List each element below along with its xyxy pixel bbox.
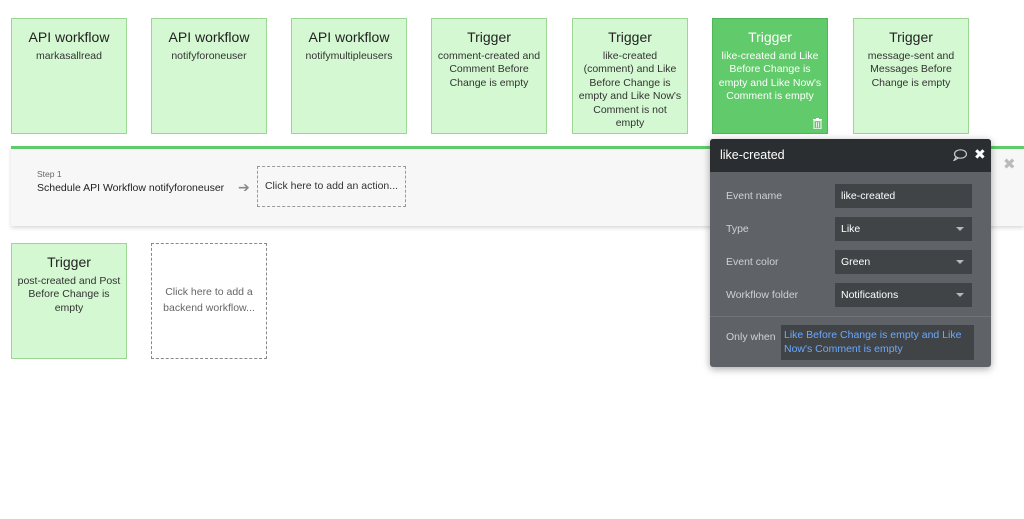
card-title: Trigger <box>47 254 91 270</box>
workflow-card-markasallread[interactable]: API workflow markasallread <box>11 18 127 134</box>
card-subtitle: message-sent and Messages Before Change … <box>867 50 955 89</box>
card-title: Trigger <box>467 29 511 45</box>
card-subtitle: like-created (comment) and Like Before C… <box>578 50 682 130</box>
card-title: Trigger <box>608 29 652 45</box>
card-title: Trigger <box>889 29 933 45</box>
only-when-condition[interactable]: Like Before Change is empty and Like Now… <box>781 325 974 360</box>
comment-icon[interactable] <box>953 149 967 161</box>
event-color-dropdown[interactable]: Green <box>835 250 972 274</box>
card-title: API workflow <box>308 29 390 45</box>
workflow-card-notifymultipleusers[interactable]: API workflow notifymultipleusers <box>291 18 407 134</box>
workflow-canvas: API workflow markasallread API workflow … <box>0 0 1024 519</box>
panel-close-icon[interactable]: ✖ <box>974 146 986 163</box>
trigger-card-message-sent[interactable]: Trigger message-sent and Messages Before… <box>853 18 969 134</box>
panel-header: like-created ✖ <box>710 139 991 172</box>
trash-icon[interactable] <box>813 118 822 129</box>
step-action-name[interactable]: Schedule API Workflow notifyforoneuser <box>37 182 224 194</box>
panel-divider <box>710 316 991 317</box>
add-backend-workflow-button[interactable]: Click here to add a backend workflow... <box>151 243 267 359</box>
event-name-label: Event name <box>726 190 783 202</box>
trigger-card-like-created[interactable]: Trigger like-created and Like Before Cha… <box>712 18 828 134</box>
card-subtitle: notifymultipleusers <box>305 50 393 62</box>
card-title: API workflow <box>28 29 110 45</box>
trigger-card-post-created[interactable]: Trigger post-created and Post Before Cha… <box>11 243 127 359</box>
arrow-right-icon: ➔ <box>238 179 250 195</box>
type-label: Type <box>726 223 749 235</box>
trigger-card-like-created-comment[interactable]: Trigger like-created (comment) and Like … <box>572 18 688 134</box>
card-subtitle: like-created and Like Before Change is e… <box>718 50 822 103</box>
workflow-folder-label: Workflow folder <box>726 289 799 301</box>
card-title: Trigger <box>748 29 792 45</box>
add-action-button[interactable]: Click here to add an action... <box>257 166 406 207</box>
card-subtitle: markasallread <box>36 50 102 62</box>
card-subtitle: comment-created and Comment Before Chang… <box>437 50 541 89</box>
workflow-folder-dropdown[interactable]: Notifications <box>835 283 972 307</box>
only-when-label: Only when <box>726 331 776 343</box>
card-title: API workflow <box>168 29 250 45</box>
event-color-label: Event color <box>726 256 779 268</box>
workflow-card-notifyforoneuser[interactable]: API workflow notifyforoneuser <box>151 18 267 134</box>
event-properties-panel: like-created ✖ Event name like-created T… <box>710 139 991 367</box>
add-workflow-label: Click here to add a backend workflow... <box>163 286 255 314</box>
panel-title: like-created <box>720 148 785 162</box>
trigger-card-comment-created[interactable]: Trigger comment-created and Comment Befo… <box>431 18 547 134</box>
type-dropdown[interactable]: Like <box>835 217 972 241</box>
card-subtitle: notifyforoneuser <box>171 50 247 62</box>
step-label: Step 1 <box>37 169 62 179</box>
close-icon[interactable]: ✖ <box>1003 155 1016 173</box>
card-subtitle: post-created and Post Before Change is e… <box>17 275 121 314</box>
event-name-input[interactable]: like-created <box>835 184 972 208</box>
